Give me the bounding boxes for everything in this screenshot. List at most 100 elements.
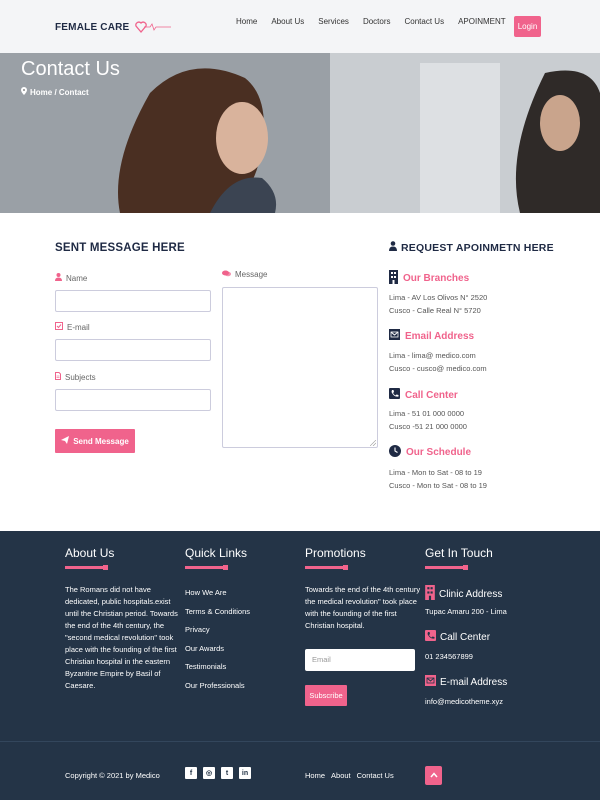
email-lines: Lima - lima@ medico.com Cusco - cusco@ m…	[389, 349, 487, 375]
footer-quick-links: How We Are Terms & Conditions Privacy Ou…	[185, 588, 250, 699]
schedule-line: Cusco - Mon to Sat - 08 to 19	[389, 481, 487, 490]
footer-email-value[interactable]: info@medicotheme.xyz	[425, 696, 503, 708]
branch-line: Cusco - Calle Real N° 5720	[389, 306, 481, 315]
nav-apoinment[interactable]: APOINMENT	[458, 17, 506, 26]
branches-heading: Our Branches	[389, 270, 469, 287]
check-square-icon	[55, 322, 63, 332]
about-line: The Romans did not have	[65, 585, 151, 594]
logo[interactable]: FEMALE CARE	[55, 20, 172, 34]
subscribe-button[interactable]: Subscribe	[305, 685, 347, 706]
branches-heading-text: Our Branches	[403, 273, 470, 284]
clinic-heading-text: Clinic Address	[439, 588, 503, 600]
building-icon	[389, 270, 398, 287]
footer-touch-underline	[425, 565, 468, 570]
promo-line: with the founding of the first	[305, 609, 397, 618]
nav-doctors[interactable]: Doctors	[363, 17, 391, 26]
footer-call-heading-text: Call Center	[440, 631, 491, 643]
login-button[interactable]: Login	[514, 16, 541, 37]
send-message-button[interactable]: Send Message	[55, 429, 135, 453]
subjects-label-text: Subjects	[65, 372, 96, 382]
email-line: Lima - lima@ medico.com	[389, 351, 476, 360]
breadcrumb-text[interactable]: Home / Contact	[30, 88, 89, 97]
nav-about-us[interactable]: About Us	[271, 17, 304, 26]
footer-email-heading-text: E-mail Address	[440, 676, 508, 688]
footer-about-text: The Romans did not have dedicated, publi…	[65, 584, 180, 692]
page-title: Contact Us	[21, 58, 120, 80]
call-line: Lima - 51 01 000 0000	[389, 409, 465, 418]
call-line: Cusco -51 21 000 0000	[389, 422, 467, 431]
name-label: Name	[55, 273, 87, 283]
footer-link-testimonials[interactable]: Testimonials	[185, 662, 250, 681]
envelope-icon	[389, 329, 400, 343]
phone-icon	[425, 630, 436, 644]
footer-about-title: About Us	[65, 546, 115, 560]
newsletter-email-input[interactable]: Email	[305, 649, 415, 671]
branch-line: Lima - AV Los Olivos N° 2520	[389, 293, 488, 302]
footer-call-heading: Call Center	[425, 630, 490, 644]
schedule-lines: Lima - Mon to Sat - 08 to 19 Cusco - Mon…	[389, 466, 487, 492]
footer-link-professionals[interactable]: Our Professionals	[185, 681, 250, 700]
site-header: FEMALE CARE Home About Us Services Docto…	[0, 0, 600, 53]
footer-about-underline	[65, 565, 108, 570]
about-line: dedicated, public hospitals.exist	[65, 597, 171, 606]
copyright-text: Copyright © 2021 by Medico	[65, 771, 160, 780]
message-textarea[interactable]	[222, 287, 378, 448]
back-to-top-button[interactable]	[425, 766, 442, 785]
footer-promotions-underline	[305, 565, 348, 570]
nav-contact-us[interactable]: Contact Us	[405, 17, 445, 26]
about-line: "second medical revolution" took	[65, 633, 174, 642]
footer-promotions-text: Towards the end of the 4th century the m…	[305, 584, 423, 632]
linkedin-icon[interactable]: in	[239, 767, 251, 779]
info-title: REQUEST APOINMETN HERE	[389, 241, 554, 254]
envelope-icon	[425, 675, 436, 689]
bottom-nav-about[interactable]: About	[331, 771, 351, 780]
instagram-icon[interactable]: ◎	[203, 767, 215, 779]
nav-services[interactable]: Services	[318, 17, 349, 26]
footer-bottom-nav: Home About Contact Us	[305, 771, 394, 780]
footer-quick-title: Quick Links	[185, 546, 248, 560]
schedule-line: Lima - Mon to Sat - 08 to 19	[389, 468, 482, 477]
phone-icon	[389, 388, 400, 402]
name-input[interactable]	[55, 290, 211, 312]
user-icon	[55, 273, 62, 283]
resize-handle-icon[interactable]	[370, 440, 376, 446]
heart-logo-icon	[134, 20, 172, 34]
email-label: E-mail	[55, 322, 90, 332]
subjects-input[interactable]	[55, 389, 211, 411]
branches-lines: Lima - AV Los Olivos N° 2520 Cusco - Cal…	[389, 291, 487, 317]
footer-touch-title: Get In Touch	[425, 546, 493, 560]
footer-link-awards[interactable]: Our Awards	[185, 644, 250, 663]
breadcrumb: Home / Contact	[21, 87, 89, 97]
facebook-icon[interactable]: f	[185, 767, 197, 779]
footer-divider	[0, 741, 600, 742]
promo-line: the medical revolution" took place	[305, 597, 417, 606]
footer-promotions-title: Promotions	[305, 546, 366, 560]
footer-quick-underline	[185, 565, 228, 570]
email-input[interactable]	[55, 339, 211, 361]
clinic-address-heading: Clinic Address	[425, 585, 502, 603]
email-heading: Email Address	[389, 329, 474, 343]
about-line: Byzantine Empire by Basil of	[65, 669, 161, 678]
comments-icon	[222, 270, 231, 279]
schedule-heading: Our Schedule	[389, 445, 471, 460]
promo-line: Towards the end of the 4th century	[305, 585, 421, 594]
schedule-heading-text: Our Schedule	[406, 447, 472, 458]
bottom-nav-contact[interactable]: Contact Us	[357, 771, 394, 780]
nav-home[interactable]: Home	[236, 17, 257, 26]
footer-link-terms[interactable]: Terms & Conditions	[185, 607, 250, 626]
file-icon	[55, 372, 61, 382]
about-line: place with the founding of the first	[65, 645, 177, 654]
call-lines: Lima - 51 01 000 0000 Cusco -51 21 000 0…	[389, 407, 467, 433]
twitter-icon[interactable]: t	[221, 767, 233, 779]
form-title: SENT MESSAGE HERE	[55, 242, 185, 254]
footer-link-how-we-are[interactable]: How We Are	[185, 588, 250, 607]
user-md-icon	[389, 241, 397, 254]
clinic-address-value: Tupac Amaru 200 - Lima	[425, 607, 507, 616]
hero-banner: Contact Us Home / Contact	[0, 53, 600, 213]
footer-link-privacy[interactable]: Privacy	[185, 625, 250, 644]
about-line: until the Christian period. Towards	[65, 609, 178, 618]
subjects-label: Subjects	[55, 372, 96, 382]
logo-text: FEMALE CARE	[55, 21, 130, 33]
bottom-nav-home[interactable]: Home	[305, 771, 325, 780]
paper-plane-icon	[61, 436, 70, 446]
